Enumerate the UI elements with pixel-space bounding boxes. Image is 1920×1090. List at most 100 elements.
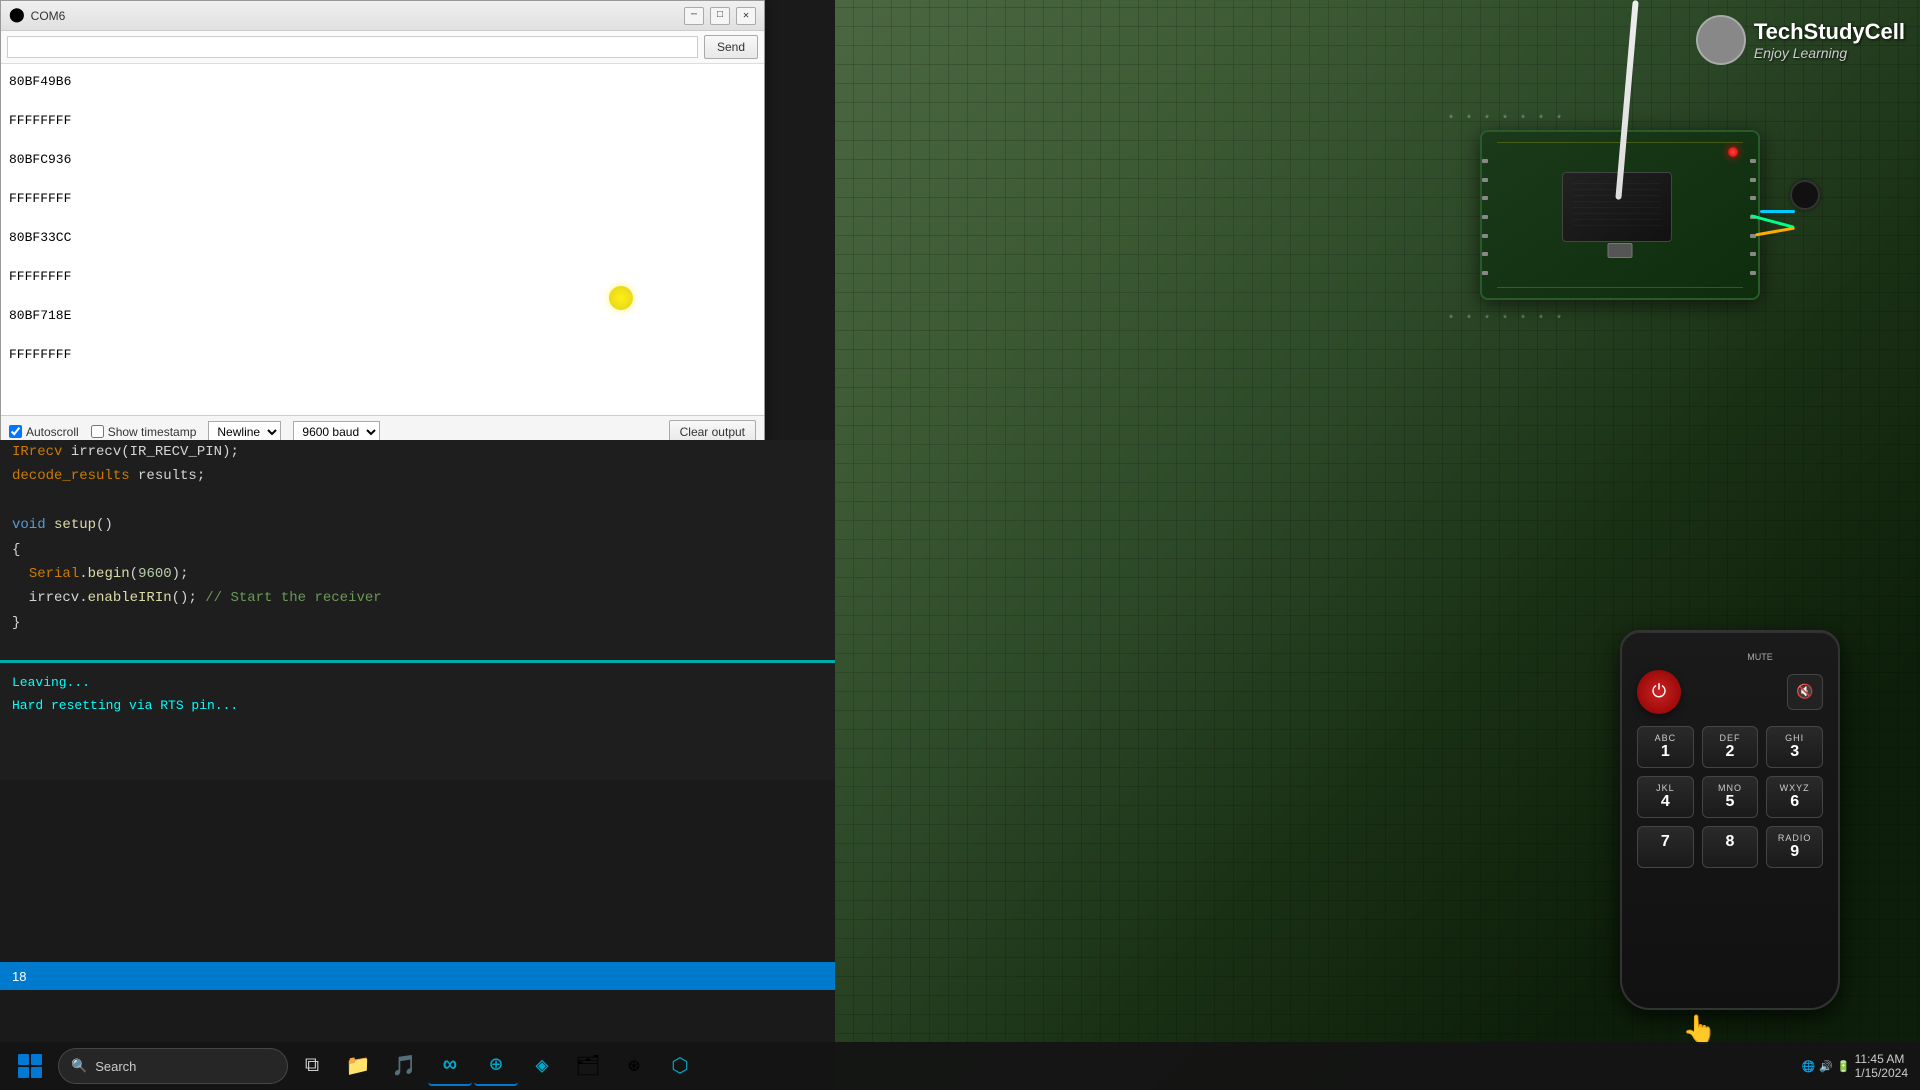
com-titlebar: ⬤ COM6 ─ □ ✕ (1, 1, 764, 31)
key-6[interactable]: WXYZ 6 (1766, 776, 1823, 818)
arduino-icon-3: ◈ (535, 1053, 548, 1079)
output-line-3: 80BFC936 (9, 150, 756, 170)
timestamp-label: Show timestamp (91, 425, 197, 439)
output-line-5: 80BF33CC (9, 228, 756, 248)
usb-connector (1608, 243, 1633, 258)
pin-row-left (1482, 152, 1490, 282)
power-icon: ⏻ (1652, 682, 1666, 703)
console-text: Leaving... Hard resetting via RTS pin... (0, 663, 835, 726)
file-manager-button[interactable]: 🗂 (566, 1046, 610, 1086)
remote-button-row: ⏻ 🔇 (1637, 670, 1823, 714)
arduino-icon-2: ⊕ (489, 1052, 502, 1078)
com-icon: ⬤ (9, 7, 25, 24)
timestamp-text: Show timestamp (108, 425, 197, 439)
pin (1750, 271, 1756, 275)
watermark-text: TechStudyCell Enjoy Learning (1754, 19, 1905, 61)
remote-control: MUTE ⏻ 🔇 ABC 1 DEF 2 GHI 3 (1620, 630, 1840, 1010)
key-4-label: JKL (1656, 783, 1675, 793)
search-box[interactable]: 🔍 Search (58, 1048, 288, 1084)
console-line-1: Leaving... (12, 671, 823, 694)
pin (1750, 252, 1756, 256)
com-title: COM6 (31, 9, 678, 23)
search-label: Search (95, 1059, 136, 1074)
key-1[interactable]: ABC 1 (1637, 726, 1694, 768)
code-line-8: } (0, 611, 835, 635)
clock: 11:45 AM1/15/2024 (1855, 1052, 1908, 1080)
key-2[interactable]: DEF 2 (1702, 726, 1759, 768)
arduino-ide-button-2[interactable]: ⊕ (474, 1046, 518, 1086)
extra-app-button[interactable]: ⬡ (658, 1046, 702, 1086)
code-line-4: void setup () (0, 513, 835, 537)
mute-button[interactable]: 🔇 (1787, 674, 1823, 710)
task-view-button[interactable]: ⧉ (290, 1046, 334, 1086)
key-8[interactable]: 8 (1702, 826, 1759, 868)
ir-sensor (1790, 180, 1820, 210)
code-line-7: irrecv. enableIRIn (); // Start the rece… (0, 586, 835, 610)
wire-orange (1755, 227, 1795, 237)
network-icon: 🌐 (1802, 1060, 1816, 1073)
battery-icon: 🔋 (1837, 1060, 1851, 1073)
pin (1482, 234, 1488, 238)
media-player-button[interactable]: 🎵 (382, 1046, 426, 1086)
serial-input[interactable] (7, 36, 698, 58)
key-9-label: RADIO (1778, 833, 1812, 843)
key-5[interactable]: MNO 5 (1702, 776, 1759, 818)
pin (1750, 196, 1756, 200)
code-line-6: Serial . begin ( 9600 ); (0, 562, 835, 586)
search-icon: 🔍 (71, 1058, 87, 1074)
arduino-icon-1: ∞ (443, 1053, 456, 1078)
watermark: TechStudyCell Enjoy Learning (1696, 15, 1905, 65)
photo-background: TechStudyCell Enjoy Learning * * * * * *… (835, 0, 1920, 1090)
arduino-ide-button-3[interactable]: ◈ (520, 1046, 564, 1086)
autoscroll-checkbox[interactable] (9, 425, 22, 438)
windows-logo (18, 1054, 42, 1078)
close-button[interactable]: ✕ (736, 7, 756, 25)
key-5-label: MNO (1718, 783, 1742, 793)
system-tray: 🌐 🔊 🔋 11:45 AM1/15/2024 (1802, 1052, 1917, 1080)
code-line-5: { (0, 538, 835, 562)
chrome-button[interactable]: ⊛ (612, 1046, 656, 1086)
star-decoration-top: * * * * * * * (1448, 115, 1565, 126)
taskbar: 🔍 Search ⧉ 📁 🎵 ∞ ⊕ ◈ 🗂 ⊛ ⬡ 🌐 🔊 🔋 11:45 A… (0, 1042, 1920, 1090)
extra-app-icon: ⬡ (671, 1053, 688, 1079)
pin (1482, 252, 1488, 256)
key-5-digit: 5 (1726, 793, 1735, 811)
watermark-title: TechStudyCell (1754, 19, 1905, 45)
file-manager-icon: 🗂 (575, 1053, 600, 1079)
arduino-ide-button-1[interactable]: ∞ (428, 1046, 472, 1086)
key-7-digit: 7 (1661, 833, 1670, 851)
file-explorer-button[interactable]: 📁 (336, 1046, 380, 1086)
console-area: Leaving... Hard resetting via RTS pin... (0, 660, 835, 780)
pin (1482, 178, 1488, 182)
esp-board-container (1480, 130, 1860, 350)
watermark-subtitle: Enjoy Learning (1754, 45, 1905, 61)
output-line-8: FFFFFFFF (9, 345, 756, 365)
maximize-button[interactable]: □ (710, 7, 730, 25)
key-2-digit: 2 (1726, 743, 1735, 761)
file-explorer-icon: 📁 (346, 1053, 371, 1079)
serial-output: 80BF49B6 FFFFFFFF 80BFC936 FFFFFFFF 80BF… (1, 64, 764, 415)
key-3[interactable]: GHI 3 (1766, 726, 1823, 768)
key-2-label: DEF (1719, 733, 1740, 743)
output-line-7: 80BF718E (9, 306, 756, 326)
minimize-button[interactable]: ─ (684, 7, 704, 25)
send-button[interactable]: Send (704, 35, 758, 59)
numpad: ABC 1 DEF 2 GHI 3 JKL 4 MNO 5 WXYZ 6 (1637, 726, 1823, 868)
power-button[interactable]: ⏻ (1637, 670, 1681, 714)
wire-blue (1760, 210, 1795, 213)
com-window: ⬤ COM6 ─ □ ✕ Send 80BF49B6 FFFFFFFF 80BF… (0, 0, 765, 445)
key-4[interactable]: JKL 4 (1637, 776, 1694, 818)
key-7[interactable]: 7 (1637, 826, 1694, 868)
start-button[interactable] (4, 1046, 56, 1086)
key-9[interactable]: RADIO 9 (1766, 826, 1823, 868)
key-1-label: ABC (1655, 733, 1677, 743)
code-line-3 (0, 489, 835, 513)
key-3-digit: 3 (1790, 743, 1799, 761)
key-6-digit: 6 (1790, 793, 1799, 811)
media-icon: 🎵 (392, 1053, 417, 1079)
autoscroll-text: Autoscroll (26, 425, 79, 439)
logo-q1 (18, 1054, 29, 1065)
timestamp-checkbox[interactable] (91, 425, 104, 438)
remote-top-section: MUTE ⏻ 🔇 (1637, 652, 1823, 714)
pin (1750, 159, 1756, 163)
